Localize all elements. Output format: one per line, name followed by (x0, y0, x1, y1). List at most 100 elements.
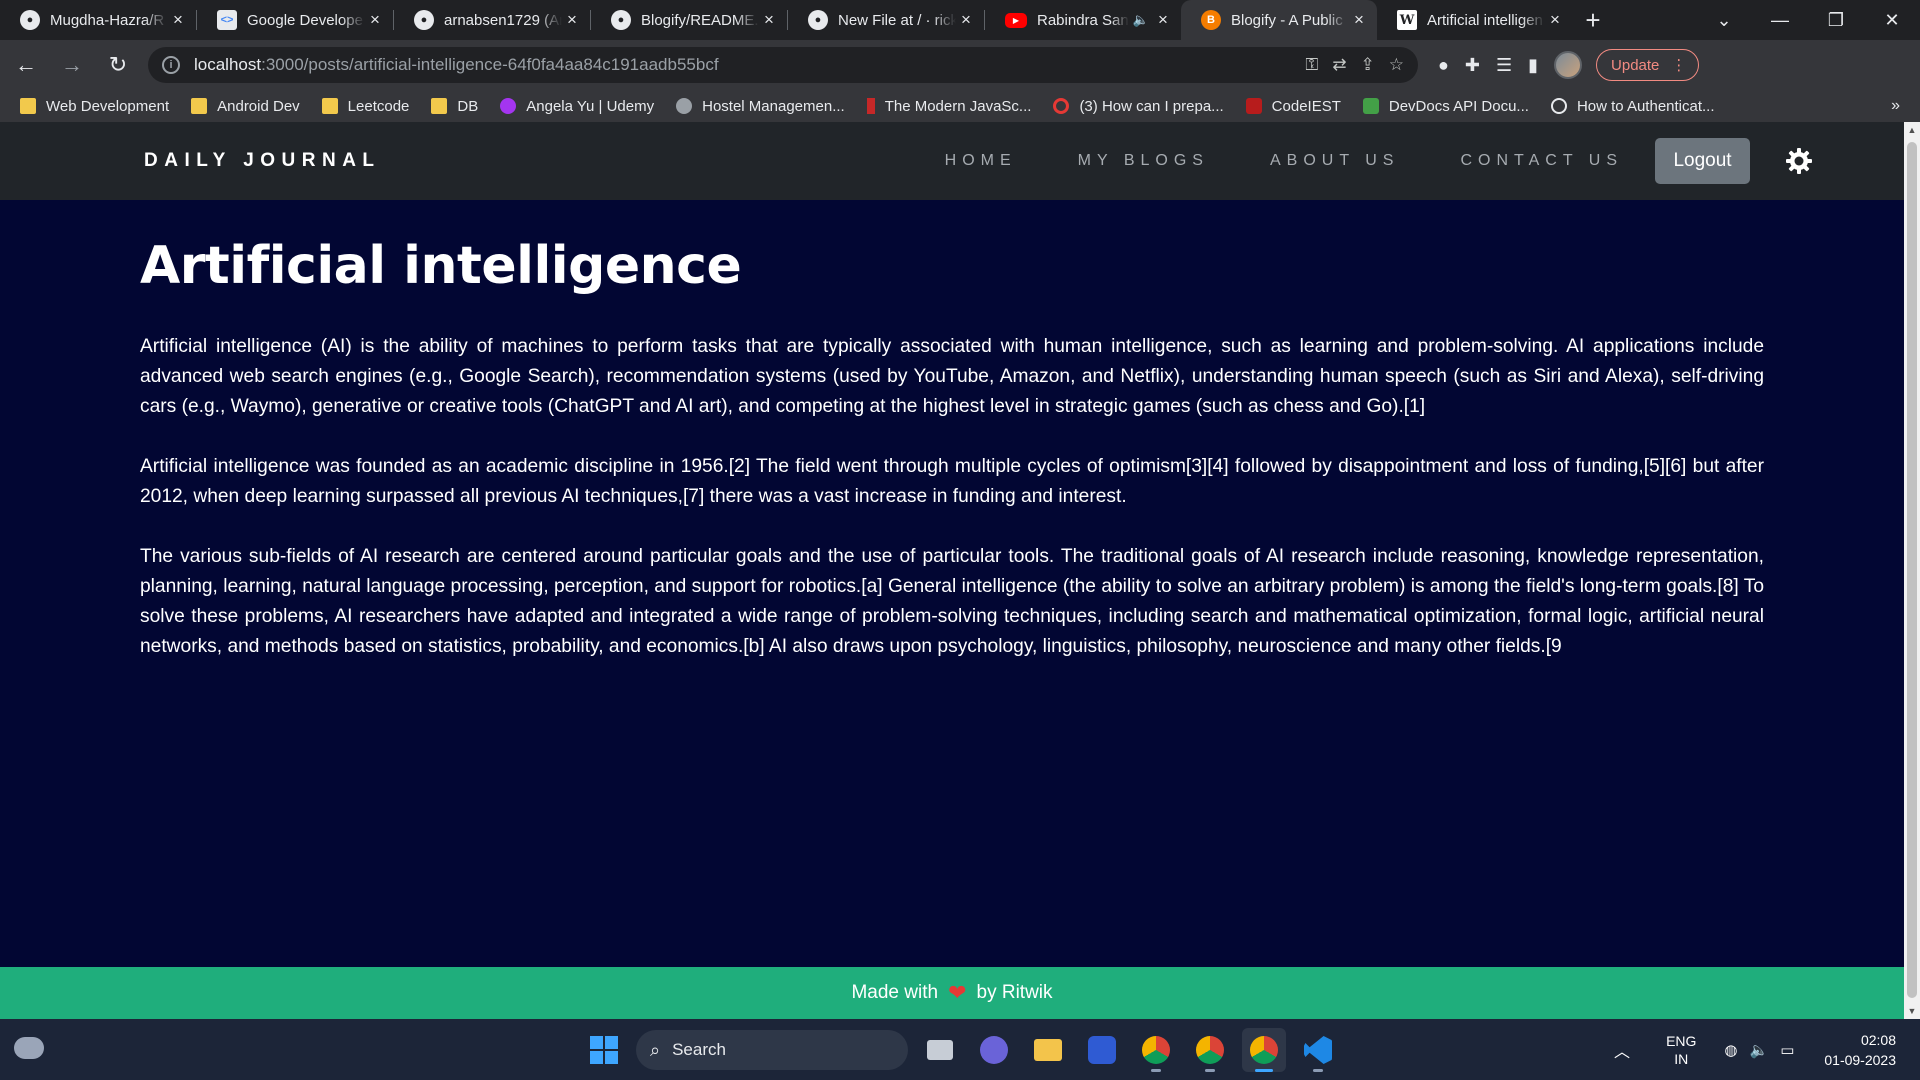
taskbar-search-label: Search (672, 1040, 726, 1059)
close-icon[interactable]: × (168, 10, 188, 30)
bookmark-item[interactable]: Angela Yu | Udemy (500, 98, 654, 115)
back-button[interactable]: ← (6, 45, 46, 85)
language-indicator[interactable]: ENG IN (1666, 1032, 1696, 1068)
udemy-icon (500, 98, 517, 114)
close-window-button[interactable]: ✕ (1864, 10, 1920, 31)
tab-search-chevron-icon[interactable]: ⌄ (1696, 10, 1752, 31)
file-explorer-icon[interactable] (1026, 1028, 1070, 1072)
scroll-up-arrow-icon[interactable]: ▲ (1904, 125, 1920, 135)
meet-icon[interactable] (972, 1028, 1016, 1072)
browser-tab[interactable]: <> Google Develope × (197, 0, 393, 40)
vs-icon[interactable] (1080, 1028, 1124, 1072)
bookmark-item[interactable]: How to Authenticat... (1550, 98, 1715, 115)
kebab-menu-icon: ⋮ (1671, 57, 1687, 74)
folder-icon (191, 98, 208, 114)
system-icons[interactable]: ◍ 🔈 ▭ (1724, 1041, 1794, 1059)
system-tray: ︿ ENG IN ◍ 🔈 ▭ 02:08 01-09-2023 (1614, 1019, 1920, 1080)
close-icon[interactable]: × (365, 10, 385, 30)
new-tab-button[interactable]: + (1573, 0, 1613, 40)
reload-button[interactable]: ↻ (98, 45, 138, 85)
puzzle-icon[interactable]: ✚ (1465, 55, 1480, 76)
site-brand[interactable]: DAILY JOURNAL (144, 150, 381, 172)
post-paragraph: The various sub-fields of AI research ar… (140, 546, 1764, 657)
taskbar-search[interactable]: ⌕ Search (636, 1030, 908, 1070)
bookmark-item[interactable]: Leetcode (321, 98, 409, 115)
bookmark-item[interactable]: Hostel Managemen... (676, 98, 845, 115)
lang-primary: ENG (1666, 1032, 1697, 1049)
github-icon: ● (414, 10, 434, 30)
chrome-icon[interactable] (1188, 1028, 1232, 1072)
windows-start-icon[interactable] (582, 1028, 626, 1072)
side-panel-icon[interactable]: ▮ (1528, 55, 1538, 76)
browser-tab[interactable]: ● Mugdha-Hazra/R × (0, 0, 196, 40)
close-icon[interactable]: × (1545, 10, 1565, 30)
scroll-down-arrow-icon[interactable]: ▼ (1904, 1006, 1920, 1016)
profile-avatar[interactable] (1554, 51, 1583, 79)
close-icon[interactable]: × (562, 10, 582, 30)
bookmark-item[interactable]: The Modern JavaSc... (866, 98, 1031, 115)
nav-link-about-us[interactable]: ABOUT US (1270, 152, 1400, 170)
browser-tab[interactable]: ● arnabsen1729 (Ar × (394, 0, 590, 40)
bookmark-item[interactable]: CodeIEST (1245, 98, 1341, 115)
task-view-icon[interactable] (918, 1028, 962, 1072)
site-info-icon[interactable]: i (162, 56, 180, 74)
clock[interactable]: 02:08 01-09-2023 (1824, 1030, 1896, 1070)
github-icon: ● (20, 10, 40, 30)
tab-title: Google Develope (247, 11, 363, 29)
bookmark-label: Android Dev (217, 97, 300, 115)
browser-tab[interactable]: ● Blogify/README.r × (591, 0, 787, 40)
more-bookmarks-button[interactable]: » (1891, 97, 1900, 115)
media-queue-icon[interactable]: ☰ (1496, 55, 1512, 76)
forward-button[interactable]: → (52, 45, 92, 85)
update-button[interactable]: Update ⋮ (1596, 49, 1700, 81)
folder-icon (20, 98, 36, 114)
browser-tab-active[interactable]: B Blogify - A Public × (1181, 0, 1377, 40)
bookmark-item[interactable]: Web Development (20, 98, 169, 115)
github-icon: ● (611, 10, 631, 30)
nav-link-home[interactable]: HOME (945, 152, 1017, 170)
bookmark-star-icon[interactable]: ☆ (1389, 55, 1404, 75)
globe-icon (676, 98, 693, 114)
nav-link-contact-us[interactable]: CONTACT US (1460, 152, 1623, 170)
speaker-icon[interactable]: 🔈 (1133, 12, 1149, 28)
share-icon[interactable]: ⇪ (1361, 55, 1375, 75)
bookmark-item[interactable]: DevDocs API Docu... (1362, 97, 1529, 115)
bookmark-item[interactable]: DB (431, 98, 478, 115)
weather-widget-icon[interactable] (14, 1037, 44, 1059)
bookmark-item[interactable]: (3) How can I prepa... (1053, 98, 1224, 115)
bookmark-label: DB (457, 97, 479, 115)
close-icon[interactable]: × (956, 10, 976, 30)
vscode-icon[interactable] (1296, 1028, 1340, 1072)
browser-tab[interactable]: ▶ Rabindra San 🔈 × (985, 0, 1181, 40)
bookmark-label: DevDocs API Docu... (1388, 97, 1529, 115)
browser-tab[interactable]: W Artificial intelligen × (1377, 0, 1573, 40)
person-icon (866, 98, 875, 114)
network-icon: ◍ (1724, 1041, 1738, 1059)
lang-region: IN (1674, 1050, 1689, 1067)
key-icon[interactable]: ⚿ (1305, 55, 1318, 75)
browser-tab[interactable]: ● New File at / · rick × (788, 0, 984, 40)
chevron-up-icon[interactable]: ︿ (1614, 1038, 1630, 1062)
minimize-button[interactable]: — (1752, 10, 1808, 31)
close-icon[interactable]: × (1349, 10, 1369, 30)
chrome-icon[interactable] (1242, 1028, 1286, 1072)
scrollbar-thumb[interactable] (1907, 142, 1917, 998)
address-bar[interactable]: i localhost:3000/posts/artificial-intell… (148, 47, 1418, 83)
chrome-icon[interactable] (1134, 1028, 1178, 1072)
close-icon[interactable]: × (1153, 10, 1173, 30)
nav-link-my-blogs[interactable]: MY BLOGS (1078, 152, 1209, 170)
close-icon[interactable]: × (759, 10, 779, 30)
browser-toolbar: ← → ↻ i localhost:3000/posts/artificial-… (0, 40, 1920, 90)
extension-icon[interactable]: ● (1438, 55, 1449, 76)
windows-taskbar: ⌕ Search ︿ ENG IN ◍ 🔈 ▭ 02:08 01-09-2023 (0, 1019, 1920, 1080)
bookmark-item[interactable]: Android Dev (191, 98, 300, 115)
clock-time: 02:08 (1860, 1031, 1896, 1048)
gear-icon[interactable] (1784, 146, 1814, 176)
translate-icon[interactable]: ⇄ (1332, 55, 1346, 75)
restore-button[interactable]: ❐ (1808, 10, 1864, 31)
vertical-scrollbar[interactable]: ▲ ▼ (1904, 122, 1920, 1019)
logout-button[interactable]: Logout (1655, 138, 1750, 184)
footer-text-after: by Ritwik (976, 982, 1053, 1003)
window-controls: ⌄ — ❐ ✕ (1696, 0, 1920, 40)
folder-icon (321, 98, 338, 114)
